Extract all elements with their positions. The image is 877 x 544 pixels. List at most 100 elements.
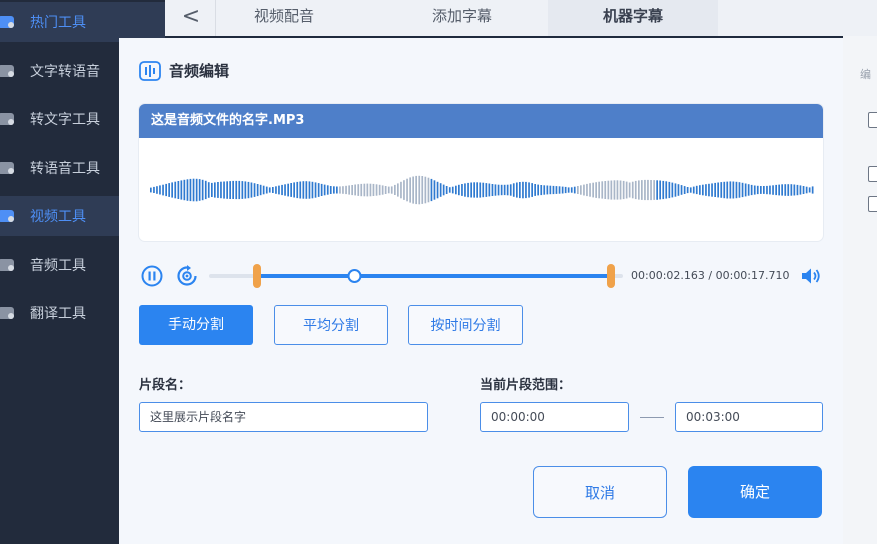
waveform-bar: [705, 184, 707, 196]
waveform-bar: [217, 182, 219, 198]
waveform-bar: [647, 179, 649, 201]
waveform-bar: [220, 181, 222, 199]
waveform-bar: [381, 185, 384, 195]
sidebar-item-label: 视频工具: [30, 209, 86, 225]
waveform-bar: [662, 180, 665, 200]
waveform-bar: [711, 183, 713, 197]
waveform-bar: [192, 178, 195, 202]
waveform-bar: [235, 180, 238, 200]
tools-icon: [0, 305, 16, 321]
waveform-bar: [458, 184, 460, 196]
waveform-bar: [406, 178, 408, 202]
replay-icon[interactable]: [176, 265, 198, 287]
waveform-bar: [598, 181, 600, 199]
waveform-bar: [573, 186, 576, 194]
waveform-bar: [232, 180, 234, 199]
sidebar-item-hot-tools[interactable]: 热门工具: [0, 2, 165, 42]
range-start-input[interactable]: 00:00:00: [480, 402, 629, 432]
waveform-bar: [272, 187, 274, 193]
waveform-bar: [229, 181, 231, 199]
segment-name-label: 片段名：: [139, 378, 192, 393]
waveform-bar: [357, 184, 360, 196]
checkbox[interactable]: [868, 112, 877, 128]
waveform-bar: [348, 185, 350, 195]
confirm-button[interactable]: 确定: [688, 466, 822, 518]
waveform-bar: [308, 181, 311, 199]
checkbox[interactable]: [868, 196, 877, 212]
waveform-bar: [634, 180, 637, 200]
cancel-button[interactable]: 取消: [533, 466, 667, 518]
tools-icon: [0, 111, 16, 127]
range-end-input[interactable]: 00:03:00: [675, 402, 823, 432]
waveform-bar: [604, 181, 607, 199]
waveform-bar: [244, 181, 247, 199]
waveform-bar: [433, 180, 436, 200]
player-controls: 00:00:02.163 / 00:00:17.710: [139, 262, 823, 290]
waveform-bar: [564, 186, 567, 194]
waveform-bar: [500, 184, 503, 196]
waveform-bar: [290, 183, 292, 197]
waveform-bar: [726, 181, 729, 199]
back-button[interactable]: <: [179, 2, 203, 32]
waveform-bar: [451, 186, 454, 194]
waveform-bar: [714, 182, 716, 197]
waveform-bar: [659, 180, 661, 200]
waveform-bar: [549, 185, 552, 195]
waveform-bar: [671, 182, 674, 198]
waveform-bar: [750, 184, 753, 196]
tab-video-dubbing[interactable]: 视频配音: [225, 0, 343, 36]
timeline-slider[interactable]: [209, 262, 623, 290]
waveform-bar: [638, 180, 640, 200]
waveform-bar: [159, 185, 161, 195]
waveform-bar: [677, 184, 680, 196]
pause-icon[interactable]: [141, 265, 163, 287]
waveform-bar: [305, 181, 308, 199]
tab-add-subtitles[interactable]: 添加字幕: [399, 0, 525, 36]
waveform-bar: [211, 182, 213, 197]
manual-split-button[interactable]: 手动分割: [139, 305, 253, 345]
waveform-bar: [503, 184, 506, 196]
waveform-bar: [775, 184, 777, 196]
waveform-bar: [781, 184, 783, 196]
waveform-bar: [281, 184, 283, 196]
waveform-bar: [476, 182, 478, 198]
checkbox[interactable]: [868, 166, 877, 182]
average-split-button[interactable]: 平均分割: [274, 305, 388, 345]
waveform-bar: [766, 185, 768, 195]
volume-icon[interactable]: [800, 266, 822, 286]
time-split-button[interactable]: 按时间分割: [408, 305, 523, 345]
waveform-bar: [644, 179, 646, 201]
dialog-title: 音频编辑: [139, 60, 229, 81]
waveform-bar: [686, 187, 689, 194]
waveform-bar: [412, 176, 414, 204]
waveform-bar: [287, 183, 289, 197]
waveform-bar: [543, 185, 546, 195]
waveform-bar: [473, 182, 475, 198]
waveform-bar: [760, 186, 762, 194]
segment-name-input[interactable]: 这里展示片段名字: [139, 402, 428, 432]
waveform-bar: [156, 186, 158, 194]
waveform-bar: [689, 187, 692, 193]
waveform-bar: [439, 183, 442, 197]
waveform-bar: [772, 185, 774, 195]
waveform-card: 这是音频文件的名字.MP3: [139, 104, 823, 241]
tab-machine-subtitles[interactable]: 机器字幕: [548, 0, 718, 36]
waveform-bar: [674, 183, 677, 197]
waveform-bar: [390, 186, 393, 194]
waveform-bar: [424, 176, 427, 204]
waveform-bar: [467, 182, 469, 198]
waveform-bar: [720, 182, 723, 198]
waveform-bar: [586, 183, 588, 197]
sidebar-item-label: 热门工具: [30, 15, 86, 31]
waveform-bar: [811, 186, 814, 194]
waveform-bar: [561, 186, 564, 194]
waveform-bar: [455, 185, 457, 195]
waveform-bar: [665, 181, 668, 199]
waveform-bar: [509, 184, 512, 196]
waveform-bar: [177, 181, 180, 199]
waveform-bar: [366, 183, 369, 197]
waveform-bar: [189, 178, 192, 202]
waveform-bar: [317, 183, 320, 197]
waveform[interactable]: [139, 138, 823, 241]
waveform-bar: [207, 182, 210, 198]
